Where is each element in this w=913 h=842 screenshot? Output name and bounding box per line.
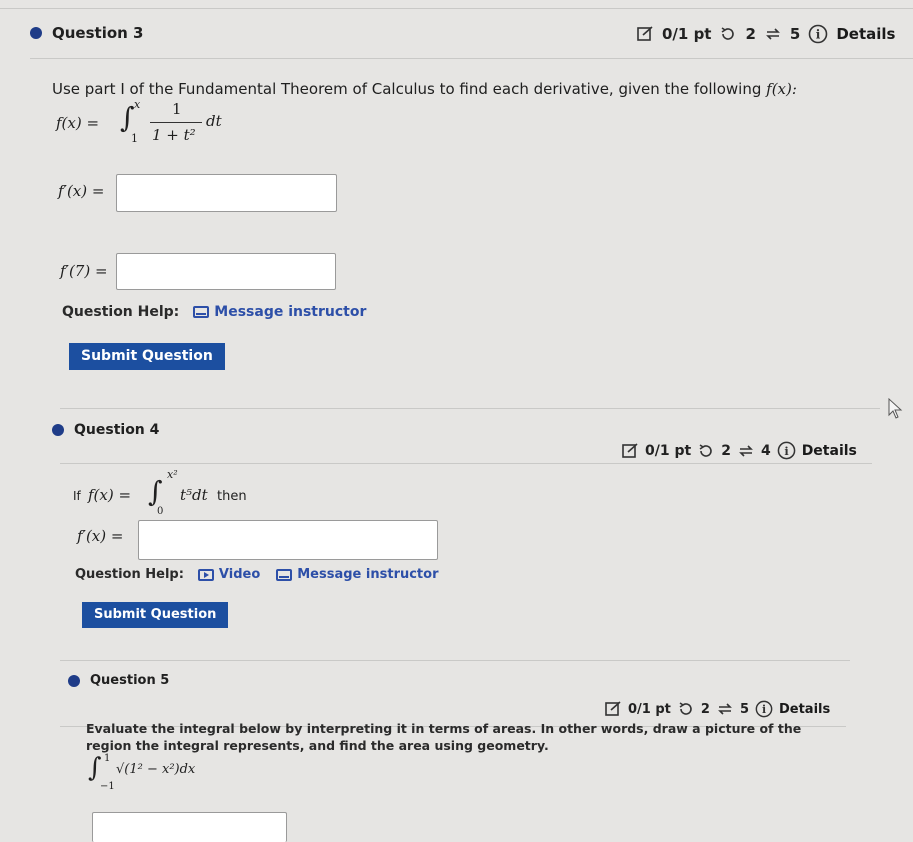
info-icon[interactable]: i — [777, 441, 796, 460]
divider — [30, 58, 913, 59]
message-instructor-link[interactable]: Message instructor — [193, 304, 366, 320]
info-icon[interactable]: i — [808, 24, 828, 44]
details-link[interactable]: Details — [802, 443, 857, 459]
retry-icon — [699, 443, 712, 457]
bullet-icon — [68, 674, 80, 687]
divider — [60, 408, 880, 409]
question-3-header: Question 3 — [30, 24, 144, 42]
q4-integrand: t⁵dt — [180, 486, 208, 504]
question-4-header: Question 4 — [52, 422, 159, 438]
cursor-icon — [888, 398, 903, 419]
integral-upper: x — [134, 98, 141, 111]
submit-question-button[interactable]: Submit Question — [69, 343, 225, 370]
answer-2-label: f′(7) = — [60, 262, 108, 280]
answer-1-label: f′(x) = — [58, 182, 105, 200]
points: 0/1 pt — [662, 25, 712, 43]
points: 0/1 pt — [628, 701, 671, 717]
message-instructor-link[interactable]: Message instructor — [276, 567, 439, 582]
svg-text:i: i — [816, 28, 821, 42]
question-4-title: Question 4 — [74, 422, 160, 438]
details-link[interactable]: Details — [779, 702, 830, 717]
attempts-count: 5 — [789, 25, 801, 43]
question-3-help: Question Help: Message instructor — [62, 304, 366, 320]
if-text: If — [73, 489, 81, 503]
divider — [0, 8, 913, 9]
question-3-prompt: Use part I of the Fundamental Theorem of… — [52, 80, 797, 100]
question-5-meta: 0/1 pt 2 5 i Details — [604, 700, 830, 718]
video-label: Video — [218, 567, 261, 582]
answer-2-input[interactable] — [116, 253, 336, 290]
q3-function-definition: f(x) = — [56, 114, 99, 134]
q4-answer-input[interactable] — [138, 520, 438, 560]
answer-1-input[interactable] — [116, 174, 337, 212]
integral-lower: 0 — [157, 506, 164, 517]
integral-lower: −1 — [100, 781, 115, 792]
attempts-icon — [765, 28, 780, 40]
q5-integrand: √(1² − x²)dx — [116, 762, 196, 777]
q4-fx-label: f(x) = — [88, 486, 132, 504]
question-5-title: Question 5 — [90, 673, 170, 688]
attempts-icon — [718, 703, 732, 715]
prompt-text: Use part I of the Fundamental Theorem of… — [52, 80, 762, 98]
then-text: then — [217, 489, 247, 504]
integrand-denominator: 1 + t² — [152, 126, 196, 144]
video-link[interactable]: Video — [197, 567, 261, 582]
question-4-meta: 0/1 pt 2 4 i Details — [621, 441, 857, 460]
help-label: Question Help: — [62, 304, 180, 320]
prompt-fx: f(x): — [766, 80, 797, 98]
tries-count: 2 — [700, 701, 710, 717]
question-4-help: Question Help: Video Message instructor — [75, 567, 439, 582]
bullet-icon — [52, 424, 64, 436]
points: 0/1 pt — [645, 442, 692, 459]
integral-upper: 1 — [104, 753, 111, 764]
checkbox-edit-icon — [637, 26, 653, 41]
video-icon — [197, 568, 214, 581]
divider — [60, 463, 872, 464]
bullet-icon — [30, 27, 42, 39]
fx-label: f(x) = — [56, 114, 100, 132]
svg-text:i: i — [762, 703, 766, 716]
question-3-title: Question 3 — [52, 24, 144, 42]
question-3-meta: 0/1 pt 2 5 i Details — [636, 24, 896, 44]
mail-icon — [276, 568, 293, 581]
info-icon[interactable]: i — [755, 700, 773, 718]
retry-icon — [722, 27, 735, 40]
integral-sign: ∫ — [120, 101, 135, 134]
attempts-count: 5 — [739, 701, 749, 717]
integral-upper: x² — [167, 468, 178, 481]
q5-answer-input[interactable] — [92, 812, 287, 842]
message-instructor-label: Message instructor — [214, 304, 367, 320]
mail-icon — [193, 306, 210, 318]
svg-text:i: i — [784, 444, 789, 458]
question-5-header: Question 5 — [68, 673, 169, 688]
divider — [60, 660, 850, 661]
attempts-icon — [739, 444, 753, 457]
attempts-count: 4 — [760, 442, 771, 459]
integrand-dt: dt — [206, 112, 222, 130]
q5-prompt-line-1: Evaluate the integral below by interpret… — [86, 721, 802, 736]
tries-count: 2 — [745, 25, 756, 43]
fraction-bar — [150, 122, 202, 123]
details-link[interactable]: Details — [836, 25, 895, 43]
submit-question-button[interactable]: Submit Question — [82, 602, 229, 628]
q4-answer-label: f′(x) = — [77, 527, 124, 545]
q5-prompt-line-2: region the integral represents, and find… — [86, 738, 549, 753]
tries-count: 2 — [721, 442, 731, 459]
help-label: Question Help: — [75, 567, 184, 582]
checkbox-edit-icon — [622, 442, 638, 458]
message-instructor-label: Message instructor — [297, 567, 439, 582]
integrand-numerator: 1 — [172, 100, 182, 118]
checkbox-edit-icon — [605, 701, 621, 716]
integral-lower: 1 — [131, 132, 138, 145]
retry-icon — [679, 702, 692, 715]
